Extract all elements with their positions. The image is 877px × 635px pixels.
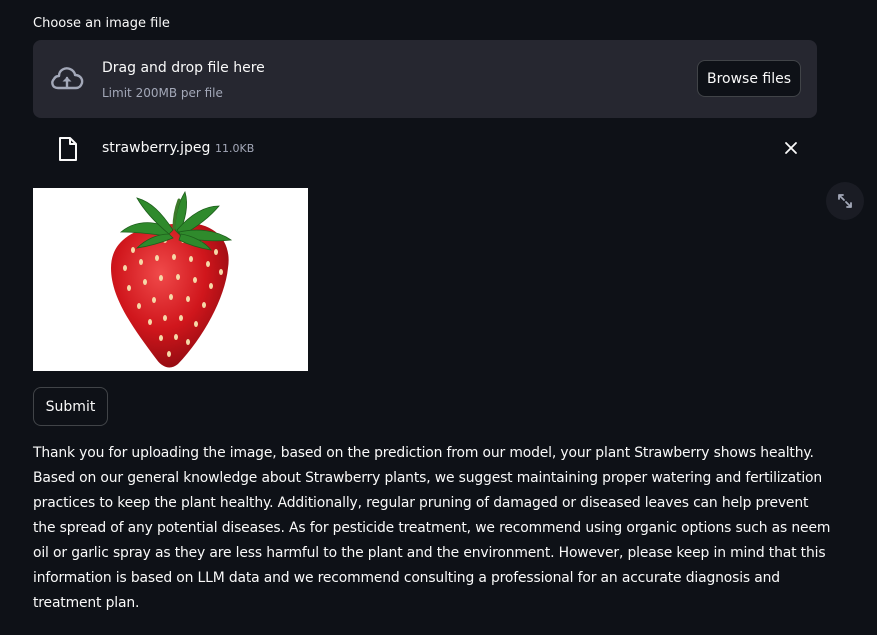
expand-icon	[838, 194, 852, 208]
file-dropzone[interactable]: Drag and drop file here Limit 200MB per …	[33, 40, 817, 118]
uploaded-file-row: strawberry.jpeg 11.0KB	[33, 128, 817, 172]
uploader-label: Choose an image file	[33, 16, 170, 31]
close-icon[interactable]	[783, 140, 799, 156]
app-page: Choose an image file Drag and drop file …	[0, 0, 877, 635]
uploaded-image-preview	[33, 188, 308, 371]
dropzone-title: Drag and drop file here	[102, 60, 265, 76]
cloud-upload-icon	[51, 67, 84, 90]
file-size: 11.0KB	[215, 142, 255, 155]
strawberry-image	[33, 188, 308, 371]
file-name: strawberry.jpeg	[102, 140, 211, 156]
prediction-response-text: Thank you for uploading the image, based…	[33, 445, 831, 611]
submit-button[interactable]: Submit	[33, 387, 108, 426]
fullscreen-button[interactable]	[826, 182, 864, 220]
browse-files-button[interactable]: Browse files	[697, 60, 801, 97]
file-icon	[59, 137, 77, 161]
dropzone-limit: Limit 200MB per file	[102, 86, 223, 100]
